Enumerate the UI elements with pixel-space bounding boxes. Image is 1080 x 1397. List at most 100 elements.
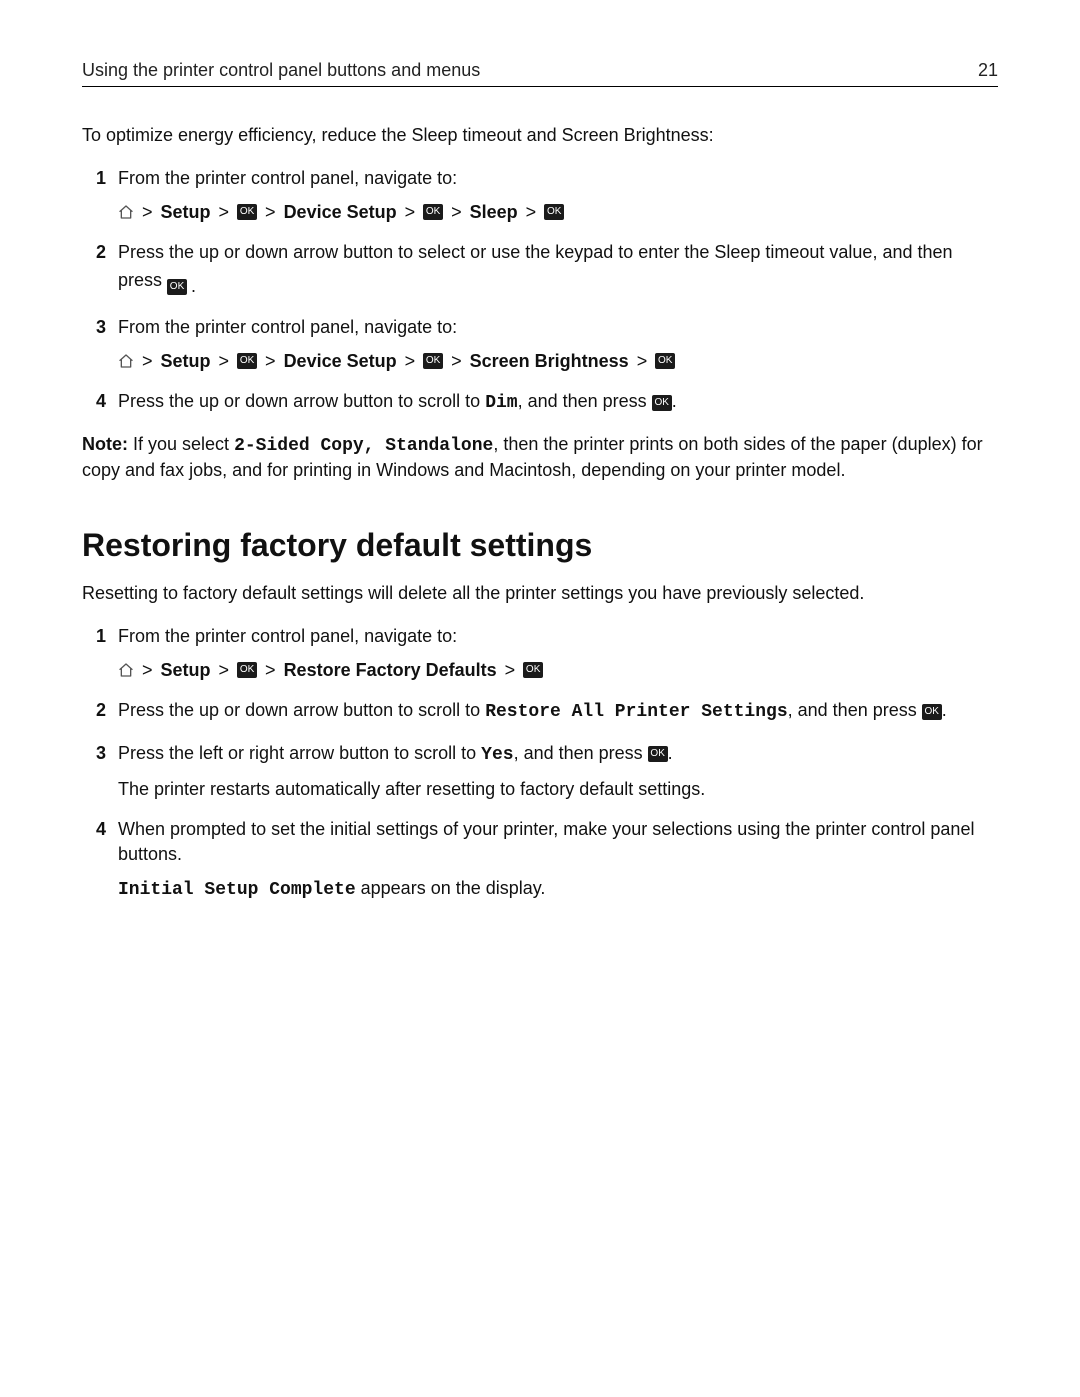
- nav-sep: >: [263, 349, 278, 373]
- step-3: 3 From the printer control panel, naviga…: [82, 315, 998, 374]
- step-text: From the printer control panel, navigate…: [118, 168, 457, 188]
- nav-sep: >: [403, 200, 418, 224]
- step-number: 3: [82, 315, 118, 374]
- step-text: From the printer control panel, navigate…: [118, 626, 457, 646]
- nav-sep: >: [217, 200, 232, 224]
- ok-icon: OK: [655, 353, 675, 369]
- step-number: 1: [82, 624, 118, 683]
- header-title: Using the printer control panel buttons …: [82, 58, 480, 82]
- step-body: From the printer control panel, navigate…: [118, 624, 998, 683]
- ok-icon: OK: [523, 662, 543, 678]
- nav-setup: Setup: [161, 658, 211, 682]
- code-yes: Yes: [481, 745, 513, 765]
- note-label: Note:: [82, 434, 128, 454]
- ok-icon: OK: [922, 704, 942, 720]
- step-2: 2 Press the up or down arrow button to s…: [82, 698, 998, 724]
- step-text-b: , and then press: [788, 700, 922, 720]
- steps-restore: 1 From the printer control panel, naviga…: [82, 624, 998, 902]
- nav-sep: >: [503, 658, 518, 682]
- nav-sep: >: [403, 349, 418, 373]
- step-number: 2: [82, 240, 118, 299]
- step-sub-tail: appears on the display.: [356, 878, 546, 898]
- nav-restore-defaults: Restore Factory Defaults: [284, 658, 497, 682]
- step-subtext: Initial Setup Complete appears on the di…: [118, 876, 998, 902]
- code-initial-setup: Initial Setup Complete: [118, 880, 356, 900]
- step-subtext: The printer restarts automatically after…: [118, 777, 998, 801]
- period: .: [191, 274, 196, 298]
- ok-icon: OK: [423, 353, 443, 369]
- home-icon: [118, 662, 134, 678]
- step-text: When prompted to set the initial setting…: [118, 819, 974, 863]
- ok-icon: OK: [237, 204, 257, 220]
- nav-path-restore: > Setup > OK > Restore Factory Defaults …: [118, 658, 998, 682]
- nav-sep: >: [449, 200, 464, 224]
- nav-sep: >: [140, 658, 155, 682]
- period: .: [672, 391, 677, 411]
- code-dim: Dim: [485, 393, 517, 413]
- home-icon: [118, 353, 134, 369]
- step-text-a: Press the up or down arrow button to scr…: [118, 391, 485, 411]
- step-number: 3: [82, 741, 118, 802]
- nav-sep: >: [217, 658, 232, 682]
- section-heading-restore: Restoring factory default settings: [82, 524, 998, 567]
- step-3: 3 Press the left or right arrow button t…: [82, 741, 998, 802]
- nav-path-sleep: > Setup > OK > Device Setup > OK > Sleep…: [118, 200, 998, 224]
- nav-device-setup: Device Setup: [284, 349, 397, 373]
- note-code: 2-Sided Copy, Standalone: [234, 436, 493, 456]
- nav-sleep: Sleep: [470, 200, 518, 224]
- step-text-a: Press the up or down arrow button to scr…: [118, 700, 485, 720]
- ok-icon: OK: [648, 746, 668, 762]
- page-number: 21: [978, 58, 998, 82]
- step-body: From the printer control panel, navigate…: [118, 166, 998, 225]
- ok-icon: OK: [544, 204, 564, 220]
- period: .: [668, 743, 673, 763]
- step-body: Press the up or down arrow button to scr…: [118, 698, 998, 724]
- page: Using the printer control panel buttons …: [0, 0, 1080, 1397]
- note-a: If you select: [128, 434, 234, 454]
- nav-path-brightness: > Setup > OK > Device Setup > OK > Scree…: [118, 349, 998, 373]
- nav-sep: >: [449, 349, 464, 373]
- intro-paragraph: To optimize energy efficiency, reduce th…: [82, 123, 998, 147]
- step-text-a: Press the left or right arrow button to …: [118, 743, 481, 763]
- ok-icon: OK: [167, 279, 187, 295]
- step-text-b: , and then press: [514, 743, 648, 763]
- note-paragraph: Note: If you select 2-Sided Copy, Standa…: [82, 432, 998, 483]
- step-number: 1: [82, 166, 118, 225]
- step-text: From the printer control panel, navigate…: [118, 317, 457, 337]
- restore-intro: Resetting to factory default settings wi…: [82, 581, 998, 605]
- nav-screen-brightness: Screen Brightness: [470, 349, 629, 373]
- ok-wrap: OK: [652, 395, 672, 411]
- nav-sep: >: [263, 658, 278, 682]
- step-tail: OK.: [167, 274, 196, 298]
- step-body: Press the up or down arrow button to scr…: [118, 389, 998, 415]
- step-1: 1 From the printer control panel, naviga…: [82, 166, 998, 225]
- step-number: 2: [82, 698, 118, 724]
- nav-sep: >: [140, 349, 155, 373]
- ok-icon: OK: [652, 395, 672, 411]
- running-header: Using the printer control panel buttons …: [82, 58, 998, 87]
- nav-device-setup: Device Setup: [284, 200, 397, 224]
- step-body: Press the up or down arrow button to sel…: [118, 240, 998, 299]
- nav-setup: Setup: [161, 349, 211, 373]
- step-body: From the printer control panel, navigate…: [118, 315, 998, 374]
- step-1: 1 From the printer control panel, naviga…: [82, 624, 998, 683]
- steps-energy: 1 From the printer control panel, naviga…: [82, 166, 998, 416]
- nav-sep: >: [524, 200, 539, 224]
- step-4: 4 When prompted to set the initial setti…: [82, 817, 998, 902]
- step-text-b: , and then press: [518, 391, 652, 411]
- ok-wrap: OK: [922, 704, 942, 720]
- step-number: 4: [82, 817, 118, 902]
- step-2: 2 Press the up or down arrow button to s…: [82, 240, 998, 299]
- nav-sep: >: [635, 349, 650, 373]
- ok-icon: OK: [237, 662, 257, 678]
- step-body: Press the left or right arrow button to …: [118, 741, 998, 802]
- step-4: 4 Press the up or down arrow button to s…: [82, 389, 998, 415]
- nav-sep: >: [140, 200, 155, 224]
- step-body: When prompted to set the initial setting…: [118, 817, 998, 902]
- code-restore-all: Restore All Printer Settings: [485, 702, 787, 722]
- step-text: Press the up or down arrow button to sel…: [118, 242, 953, 290]
- home-icon: [118, 204, 134, 220]
- ok-icon: OK: [423, 204, 443, 220]
- nav-sep: >: [263, 200, 278, 224]
- nav-setup: Setup: [161, 200, 211, 224]
